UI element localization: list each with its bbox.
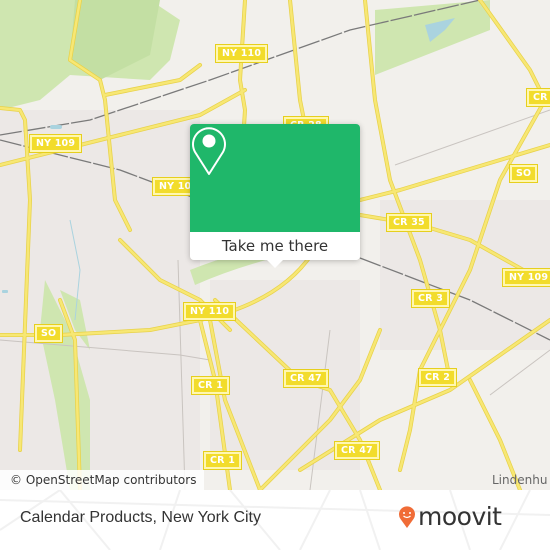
brand-name: moovit — [418, 502, 502, 531]
moovit-logo[interactable]: moovit — [398, 502, 502, 531]
route-shield-ny109: NY 109 — [28, 134, 83, 153]
route-shield-so: SO — [508, 164, 539, 183]
place-label: Lindenhu — [492, 473, 548, 487]
route-shield-cr1: CR 1 — [190, 376, 231, 395]
map-attribution[interactable]: © OpenStreetMap contributors — [0, 470, 205, 490]
popup-header — [190, 124, 360, 232]
popup-pointer — [267, 260, 283, 268]
place-name: Calendar Products, New York City — [20, 509, 261, 526]
route-shield-ny109: NY 109 — [501, 268, 550, 287]
location-popup[interactable]: Take me there — [190, 124, 360, 268]
route-shield-cr35: CR 35 — [386, 213, 432, 232]
route-shield-cr2: CR 2 — [417, 368, 458, 387]
route-shield-so: SO — [33, 324, 64, 343]
map[interactable]: NY 109 NY 10 NY 110 CR 28 CR SO CR 35 NY… — [0, 0, 550, 490]
minor-road — [394, 109, 550, 166]
residential-area — [0, 110, 200, 490]
route-shield-cr3: CR 3 — [410, 289, 451, 308]
water — [50, 125, 62, 129]
take-me-there-button[interactable]: Take me there — [190, 232, 360, 260]
route-shield-ny110: NY 110 — [182, 302, 237, 321]
route-shield-cr: CR — [526, 88, 550, 107]
route-shield-ny110: NY 110 — [214, 44, 269, 63]
map-pin-icon — [192, 127, 226, 175]
route-shield-cr47: CR 47 — [334, 441, 380, 460]
footer: Calendar Products, New York City moovit — [0, 490, 550, 550]
water — [2, 290, 8, 293]
route-shield-cr1: CR 1 — [202, 451, 243, 470]
moovit-pin-icon — [399, 505, 415, 528]
route-shield-cr47: CR 47 — [283, 369, 329, 388]
